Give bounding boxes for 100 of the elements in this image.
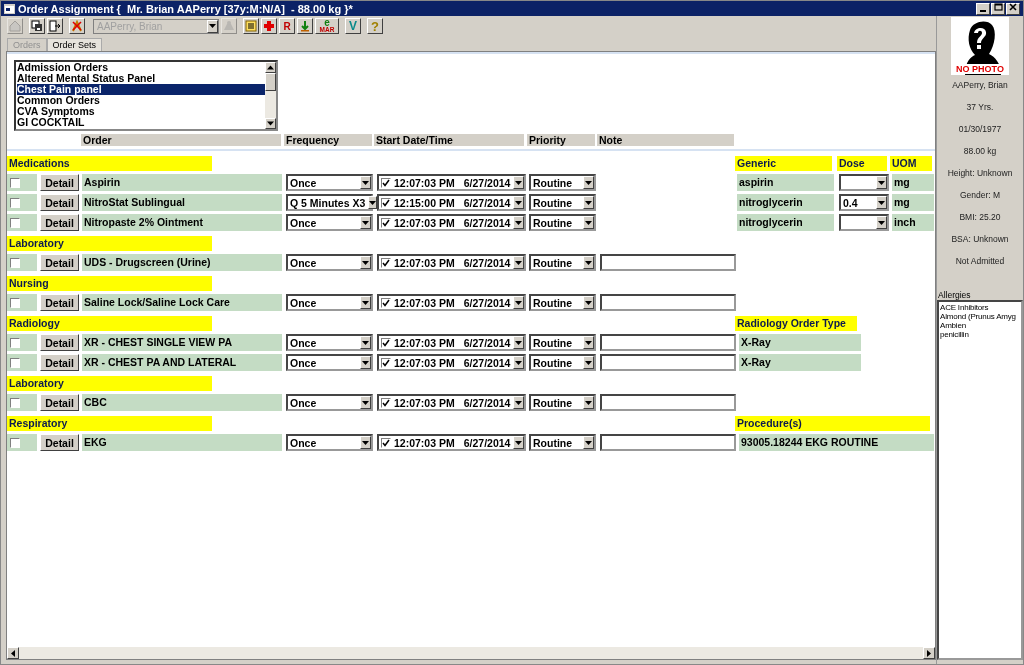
detail-button[interactable]: Detail bbox=[40, 214, 79, 231]
save-button[interactable] bbox=[29, 18, 45, 34]
toolbar-button[interactable] bbox=[243, 18, 259, 34]
dose-select[interactable] bbox=[839, 214, 889, 231]
list-item[interactable]: CVA Symptoms bbox=[17, 106, 265, 117]
checkbox[interactable] bbox=[10, 197, 20, 208]
checkbox[interactable] bbox=[381, 437, 391, 448]
detail-button[interactable]: Detail bbox=[40, 434, 79, 451]
minimize-button[interactable] bbox=[976, 2, 990, 15]
cancel-button[interactable] bbox=[69, 18, 85, 34]
datetime-picker[interactable]: 12:07:03 PM 6/27/2014 bbox=[377, 354, 526, 371]
exit-button[interactable] bbox=[47, 18, 63, 34]
checkbox[interactable] bbox=[10, 437, 20, 448]
checkbox[interactable] bbox=[10, 337, 20, 348]
dose-select[interactable] bbox=[839, 174, 889, 191]
order-name: XR - CHEST PA AND LATERAL bbox=[82, 354, 282, 371]
frequency-select[interactable]: Once bbox=[286, 434, 373, 451]
checkbox[interactable] bbox=[10, 357, 20, 368]
checkbox[interactable] bbox=[10, 177, 20, 188]
priority-select[interactable]: Routine bbox=[529, 194, 596, 211]
detail-button[interactable]: Detail bbox=[40, 354, 79, 371]
check-icon bbox=[382, 298, 390, 307]
frequency-select[interactable]: Once bbox=[286, 354, 373, 371]
allergy-item: Almond (Prunus Amyg bbox=[940, 312, 1017, 321]
datetime-picker[interactable]: 12:07:03 PM 6/27/2014 bbox=[377, 254, 526, 271]
detail-button[interactable]: Detail bbox=[40, 394, 79, 411]
checkbox[interactable] bbox=[381, 197, 391, 208]
section-header: Radiology bbox=[7, 316, 212, 331]
detail-button[interactable]: Detail bbox=[40, 254, 79, 271]
frequency-select[interactable]: Once bbox=[286, 334, 373, 351]
priority-select[interactable]: Routine bbox=[529, 334, 596, 351]
checkbox[interactable] bbox=[10, 397, 20, 408]
order-name: CBC bbox=[82, 394, 282, 411]
list-item[interactable]: Admission Orders bbox=[17, 62, 265, 73]
detail-button[interactable]: Detail bbox=[40, 334, 79, 351]
priority-select[interactable]: Routine bbox=[529, 354, 596, 371]
note-field[interactable] bbox=[600, 354, 736, 371]
datetime-picker[interactable]: 12:07:03 PM 6/27/2014 bbox=[377, 334, 526, 351]
frequency-select[interactable]: Once bbox=[286, 214, 373, 231]
priority-select[interactable]: Routine bbox=[529, 294, 596, 311]
detail-button[interactable]: Detail bbox=[40, 174, 79, 191]
patient-info: 37 Yrs. bbox=[966, 101, 994, 113]
frequency-select[interactable]: Once bbox=[286, 294, 373, 311]
close-button[interactable] bbox=[1006, 2, 1020, 15]
section-header: Laboratory bbox=[7, 376, 212, 391]
checkbox[interactable] bbox=[10, 297, 20, 308]
detail-button[interactable]: Detail bbox=[40, 194, 79, 211]
patient-info: 88.00 kg bbox=[963, 145, 997, 157]
datetime-picker[interactable]: 12:07:03 PM 6/27/2014 bbox=[377, 214, 526, 231]
priority-select[interactable]: Routine bbox=[529, 214, 596, 231]
datetime-picker[interactable]: 12:07:03 PM 6/27/2014 bbox=[377, 394, 526, 411]
note-field[interactable] bbox=[600, 254, 736, 271]
priority-select[interactable]: Routine bbox=[529, 254, 596, 271]
list-item[interactable]: Altered Mental Status Panel bbox=[17, 73, 265, 84]
priority-select[interactable]: Routine bbox=[529, 394, 596, 411]
datetime-picker[interactable]: 12:15:00 PM 6/27/2014 bbox=[377, 194, 526, 211]
caret-icon bbox=[515, 340, 523, 345]
tab[interactable]: Order Sets bbox=[46, 38, 103, 51]
checkbox[interactable] bbox=[381, 337, 391, 348]
toolbar-button[interactable] bbox=[261, 18, 277, 34]
checkbox[interactable] bbox=[381, 297, 391, 308]
frequency-select[interactable]: Once bbox=[286, 254, 373, 271]
order-name: XR - CHEST SINGLE VIEW PA bbox=[82, 334, 282, 351]
list-item[interactable]: Chest Pain panel bbox=[17, 84, 265, 95]
check-icon bbox=[382, 358, 390, 367]
datetime-picker[interactable]: 12:07:03 PM 6/27/2014 bbox=[377, 294, 526, 311]
priority-select[interactable]: Routine bbox=[529, 434, 596, 451]
check-icon bbox=[382, 338, 390, 347]
toolbar-button[interactable] bbox=[297, 18, 313, 34]
list-item[interactable]: GI COCKTAIL bbox=[17, 117, 265, 128]
order-name: Aspirin bbox=[82, 174, 282, 191]
frequency-select[interactable]: Once bbox=[286, 174, 373, 191]
allergy-item: ACE Inhibitors bbox=[940, 303, 990, 312]
order-set-list[interactable]: Admission Orders Altered Mental Status Panel Chest Pain panel Common Orders CVA Symptoms GI COCKTAIL bbox=[14, 60, 278, 131]
rx-button[interactable]: R bbox=[279, 18, 295, 34]
maximize-button[interactable] bbox=[991, 2, 1005, 15]
checkbox[interactable] bbox=[381, 257, 391, 268]
priority-select[interactable]: Routine bbox=[529, 174, 596, 191]
section-header: Laboratory bbox=[7, 236, 212, 251]
checkbox[interactable] bbox=[10, 217, 20, 228]
dose-select[interactable]: 0.4 bbox=[839, 194, 889, 211]
note-field[interactable] bbox=[600, 334, 736, 351]
unit-label: mg bbox=[892, 194, 934, 211]
checkbox[interactable] bbox=[381, 357, 391, 368]
note-field[interactable] bbox=[600, 394, 736, 411]
column-header: Radiology Order Type bbox=[735, 316, 857, 331]
scrollbar[interactable] bbox=[265, 62, 276, 129]
note-field[interactable] bbox=[600, 434, 736, 451]
checkbox[interactable] bbox=[381, 177, 391, 188]
checkbox[interactable] bbox=[381, 217, 391, 228]
datetime-picker[interactable]: 12:07:03 PM 6/27/2014 bbox=[377, 174, 526, 191]
scrollbar[interactable] bbox=[7, 647, 935, 659]
note-field[interactable] bbox=[600, 294, 736, 311]
checkbox[interactable] bbox=[381, 397, 391, 408]
list-item[interactable]: Common Orders bbox=[17, 95, 265, 106]
datetime-picker[interactable]: 12:07:03 PM 6/27/2014 bbox=[377, 434, 526, 451]
column-header: UOM bbox=[890, 156, 932, 171]
checkbox[interactable] bbox=[10, 257, 20, 268]
frequency-select[interactable]: Once bbox=[286, 394, 373, 411]
detail-button[interactable]: Detail bbox=[40, 294, 79, 311]
